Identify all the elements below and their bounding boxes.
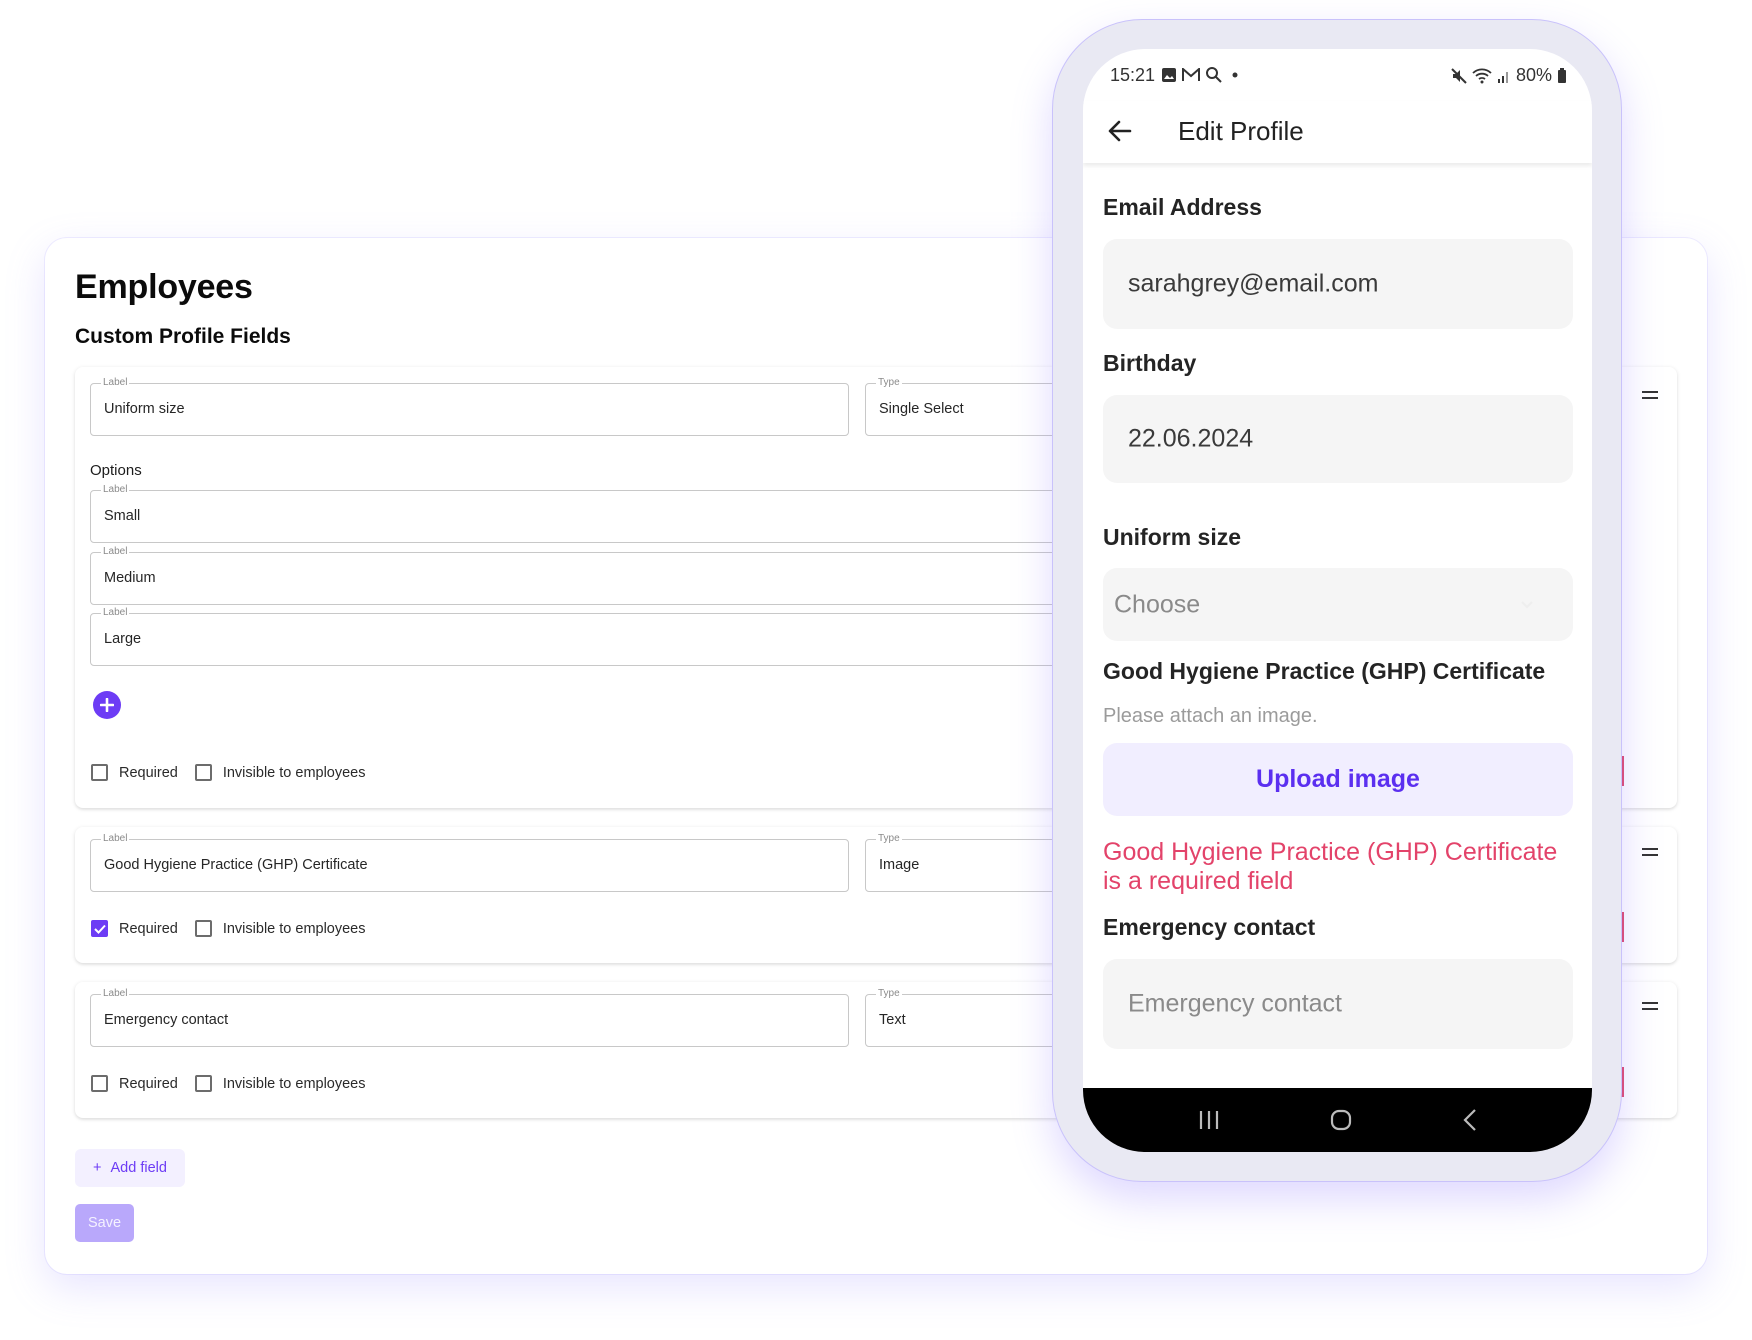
option-value: Small (104, 508, 141, 524)
ghp-error-message: Good Hygiene Practice (GHP) Certificate … (1103, 838, 1573, 896)
label-legend: Label (101, 833, 130, 845)
ghp-label: Good Hygiene Practice (GHP) Certificate (1103, 658, 1546, 684)
field-label-value: Emergency contact (104, 1012, 229, 1028)
page-title: Employees (75, 268, 253, 306)
gmail-icon (1182, 68, 1200, 81)
wifi-icon (1472, 68, 1492, 83)
birthday-value: 22.06.2024 (1128, 424, 1254, 453)
back-icon[interactable] (1462, 1108, 1478, 1132)
field-label-value: Uniform size (104, 401, 185, 417)
save-button[interactable]: Save (75, 1204, 134, 1242)
required-label: Required (119, 920, 178, 937)
field-label-input[interactable]: Label Uniform size (90, 377, 849, 436)
required-checkbox[interactable] (91, 764, 108, 781)
required-label: Required (119, 764, 178, 781)
type-legend: Type (876, 377, 902, 389)
dot-icon (1232, 72, 1238, 78)
emergency-contact-label: Emergency contact (1103, 914, 1316, 940)
plus-circle-icon (100, 698, 114, 712)
notification-icons (1161, 66, 1242, 84)
type-legend: Type (876, 988, 902, 1000)
field-label-input[interactable]: Label Good Hygiene Practice (GHP) Certif… (90, 833, 849, 892)
email-value: sarahgrey@email.com (1128, 269, 1379, 298)
field-type-value: Text (879, 1012, 906, 1028)
invisible-label: Invisible to employees (222, 920, 366, 937)
field-label-value: Good Hygiene Practice (GHP) Certificate (104, 857, 368, 873)
screen-title: Edit Profile (1178, 116, 1304, 146)
status-bar: 15:21 80% (1083, 49, 1592, 101)
error-line: Good Hygiene Practice (GHP) Certificate (1103, 838, 1558, 866)
invisible-label: Invisible to employees (222, 764, 366, 781)
error-line: is a required field (1103, 867, 1294, 895)
label-legend: Label (101, 484, 130, 496)
emergency-contact-field[interactable]: Emergency contact (1103, 959, 1573, 1049)
option-input[interactable]: Label Medium (90, 546, 1065, 605)
android-nav-bar (1083, 1088, 1592, 1152)
mute-icon (1451, 67, 1467, 84)
field-type-select[interactable]: Type Text (865, 988, 1065, 1047)
recents-icon[interactable] (1197, 1109, 1221, 1131)
status-time: 15:21 (1110, 65, 1156, 85)
ghp-help-text: Please attach an image. (1103, 705, 1318, 727)
drag-handle-icon[interactable] (1642, 1002, 1658, 1010)
email-field[interactable]: sarahgrey@email.com (1103, 239, 1573, 329)
invisible-checkbox[interactable] (194, 764, 212, 781)
option-input[interactable]: Label Small (90, 484, 1065, 543)
type-legend: Type (876, 833, 902, 845)
arrow-left-icon[interactable] (1106, 117, 1134, 145)
field-label-input[interactable]: Label Emergency contact (90, 988, 849, 1047)
invisible-label: Invisible to employees (222, 1075, 366, 1092)
required-label: Required (119, 1075, 178, 1092)
uniform-size-placeholder: Choose (1114, 590, 1201, 618)
invisible-checkbox[interactable] (194, 920, 212, 937)
required-checkbox[interactable] (91, 1075, 108, 1092)
add-field-label: Add field (110, 1160, 167, 1176)
add-field-button[interactable]: + Add field (75, 1149, 185, 1187)
signal-icon (1497, 71, 1508, 83)
section-title: Custom Profile Fields (75, 325, 291, 348)
chevron-down-icon (1521, 601, 1533, 609)
field-type-value: Image (879, 857, 920, 873)
email-label: Email Address (1103, 194, 1262, 220)
option-input[interactable]: Label Large (90, 607, 1065, 666)
gallery-icon (1162, 68, 1176, 82)
system-icons: 80% (1451, 65, 1567, 86)
drag-handle-icon[interactable] (1642, 391, 1658, 399)
uniform-size-select[interactable]: Choose (1103, 568, 1573, 641)
label-legend: Label (101, 377, 130, 389)
field-type-select[interactable]: Type Image (865, 833, 1065, 892)
options-label: Options (90, 462, 142, 479)
field-type-value: Single Select (879, 401, 964, 417)
field-options-row: Required Invisible to employees (91, 1075, 383, 1092)
invisible-checkbox[interactable] (194, 1075, 212, 1092)
location-icon (1206, 67, 1222, 83)
battery-percent: 80% (1515, 65, 1552, 85)
option-value: Medium (104, 570, 156, 586)
drag-handle-icon[interactable] (1642, 848, 1658, 856)
field-options-row: Required Invisible to employees (91, 764, 383, 781)
add-option-button[interactable] (93, 691, 121, 719)
upload-image-button[interactable]: Upload image (1103, 743, 1573, 816)
uniform-size-label: Uniform size (1103, 524, 1242, 550)
label-legend: Label (101, 607, 130, 619)
label-legend: Label (101, 546, 130, 558)
app-bar: Edit Profile (1083, 101, 1592, 163)
battery-icon (1558, 67, 1566, 83)
birthday-field[interactable]: 22.06.2024 (1103, 395, 1573, 483)
check-icon (93, 924, 106, 934)
birthday-label: Birthday (1103, 350, 1197, 376)
home-icon[interactable] (1329, 1108, 1353, 1132)
plus-icon: + (93, 1160, 102, 1176)
option-value: Large (104, 631, 142, 647)
label-legend: Label (101, 988, 130, 1000)
field-options-row: Required Invisible to employees (91, 920, 383, 937)
required-checkbox[interactable] (91, 920, 108, 937)
phone-screen: 15:21 80% Edit Profile Email Address sar… (1083, 49, 1592, 1152)
emergency-contact-placeholder: Emergency contact (1128, 989, 1342, 1018)
field-type-select[interactable]: Type Single Select (865, 377, 1065, 436)
